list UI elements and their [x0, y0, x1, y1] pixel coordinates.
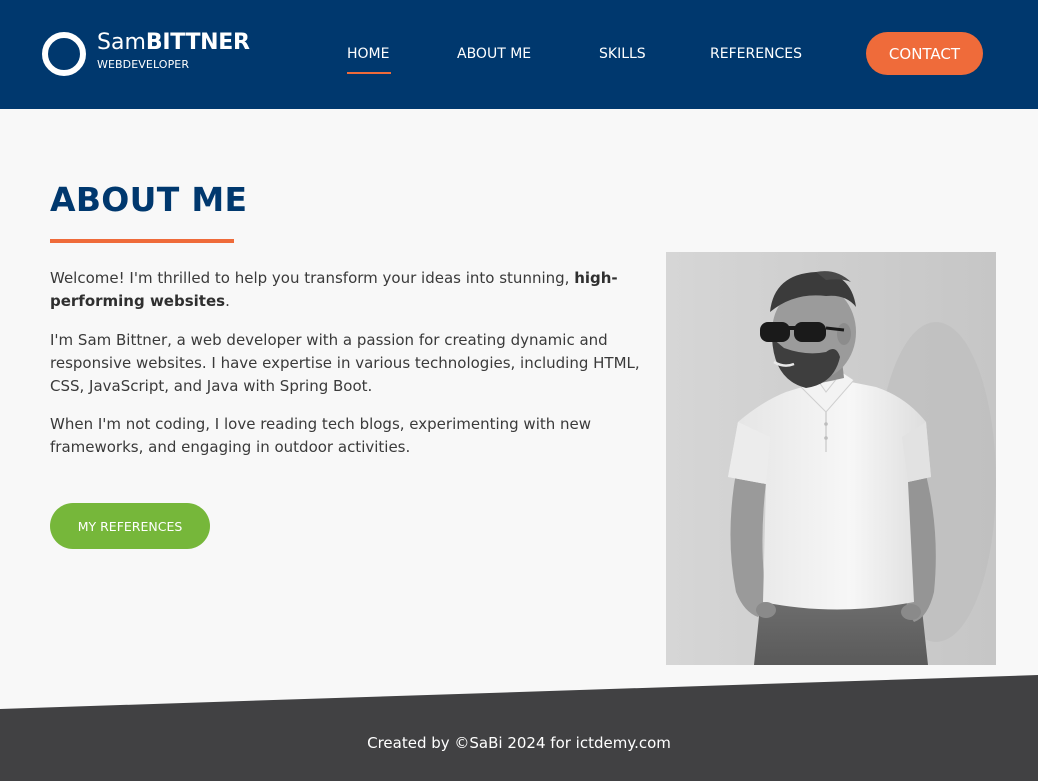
- contact-button[interactable]: CONTACT: [866, 32, 983, 75]
- logo-ring-icon: [42, 32, 86, 76]
- logo[interactable]: SamBITTNER WEBDEVELOPER: [42, 29, 250, 76]
- logo-first-name: Sam: [97, 30, 146, 55]
- intro-end: .: [225, 292, 230, 310]
- nav-home-link[interactable]: HOME: [347, 44, 389, 64]
- my-references-button[interactable]: MY REFERENCES: [50, 503, 210, 549]
- logo-last-name: BITTNER: [145, 30, 250, 55]
- logo-subtitle: WEBDEVELOPER: [97, 58, 190, 71]
- hobbies-paragraph: When I'm not coding, I love reading tech…: [50, 415, 592, 456]
- intro-text: Welcome! I'm thrilled to help you transf…: [50, 269, 575, 287]
- title-underline: [50, 239, 234, 243]
- profile-photo: [666, 252, 996, 665]
- logo-name: SamBITTNER: [97, 29, 250, 57]
- nav-references-link[interactable]: REFERENCES: [710, 44, 802, 64]
- footer: [0, 675, 1038, 781]
- logo-text: SamBITTNER WEBDEVELOPER: [97, 29, 250, 72]
- intro-paragraph: Welcome! I'm thrilled to help you transf…: [50, 267, 650, 313]
- site-header: SamBITTNER WEBDEVELOPER HOME ABOUT ME SK…: [0, 0, 1038, 109]
- nav-skills-link[interactable]: SKILLS: [599, 44, 646, 64]
- nav-about-link[interactable]: ABOUT ME: [457, 44, 531, 64]
- footer-credit: Created by ©SaBi 2024 for ictdemy.com: [367, 734, 671, 752]
- section-title: ABOUT ME: [50, 180, 248, 219]
- nav-active-indicator: [347, 72, 391, 74]
- profile-photo-illustration: [666, 252, 996, 665]
- bio-paragraph: I'm Sam Bittner, a web developer with a …: [50, 331, 640, 395]
